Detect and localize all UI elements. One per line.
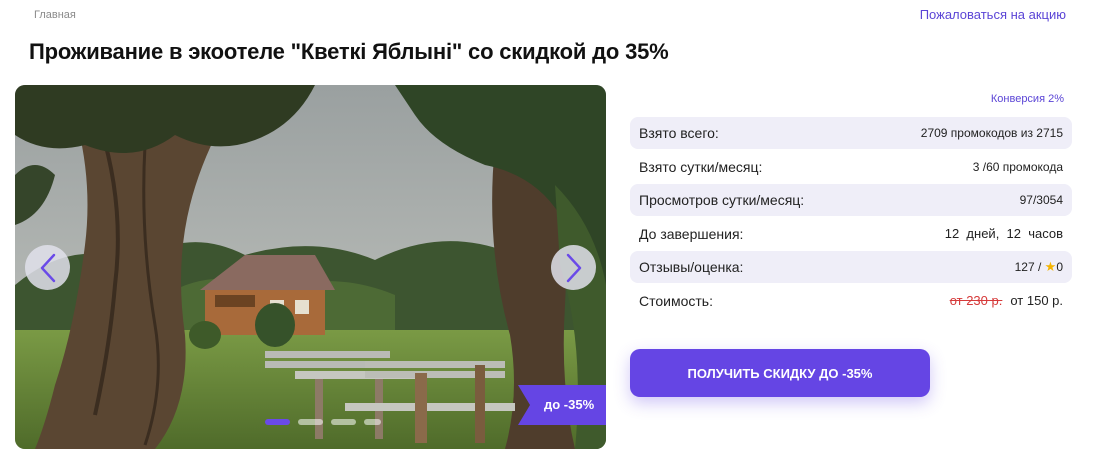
stat-row-price: Стоимость: от 230 р. от 150 р.	[630, 285, 1072, 317]
stat-row-time-left: До завершения: 12 дней, 12 часов	[630, 218, 1072, 250]
rating-value: 0	[1056, 260, 1063, 274]
stat-value: 97/3054	[1019, 193, 1063, 207]
slide-dot-1[interactable]	[265, 419, 290, 425]
page-title: Проживание в экоотеле "Кветкі Яблыні" со…	[29, 39, 669, 64]
reviews-count: 127 /	[1014, 260, 1045, 274]
star-icon: ★	[1044, 259, 1057, 274]
stat-value: 3 /60 промокода	[972, 159, 1063, 174]
discount-badge-label: до -35%	[544, 397, 595, 412]
stat-label: Просмотров сутки/месяц:	[639, 192, 805, 208]
photo-gallery: до -35%	[15, 85, 606, 449]
stat-label: Отзывы/оценка:	[639, 259, 744, 275]
slide-indicators	[265, 419, 381, 425]
prev-slide-button[interactable]	[25, 245, 70, 290]
stat-label: До завершения:	[639, 225, 744, 242]
stat-value: 127 / ★0	[1015, 259, 1063, 275]
stat-row-taken-day-month: Взято сутки/месяц: 3 /60 промокода	[630, 151, 1072, 183]
chevron-right-icon	[566, 253, 581, 282]
slide-dot-4[interactable]	[364, 419, 381, 425]
stat-row-taken-total: Взято всего: 2709 промокодов из 2715	[630, 117, 1072, 149]
stat-row-views: Просмотров сутки/месяц: 97/3054	[630, 184, 1072, 216]
stat-label: Взято всего:	[639, 125, 719, 141]
new-price: от 150 р.	[1010, 293, 1063, 308]
slide-dot-3[interactable]	[331, 419, 356, 425]
stat-row-reviews: Отзывы/оценка: 127 / ★0	[630, 251, 1072, 283]
discount-badge: до -35%	[518, 385, 606, 425]
breadcrumb[interactable]: Главная	[34, 9, 76, 21]
complain-link[interactable]: Пожаловаться на акцию	[920, 7, 1066, 22]
stats-table: Взято всего: 2709 промокодов из 2715 Взя…	[630, 117, 1072, 318]
stat-label: Стоимость:	[639, 292, 713, 309]
next-slide-button[interactable]	[551, 245, 596, 290]
stat-value: от 230 р. от 150 р.	[950, 293, 1063, 308]
slide-dot-2[interactable]	[298, 419, 323, 425]
stat-value: 2709 промокодов из 2715	[920, 126, 1063, 140]
old-price: от 230 р.	[949, 293, 1003, 308]
conversion-rate: Конверсия 2%	[990, 93, 1064, 105]
stat-label: Взято сутки/месяц:	[639, 158, 763, 175]
chevron-left-icon	[40, 253, 55, 282]
stat-value: 12 дней, 12 часов	[944, 226, 1063, 241]
get-discount-button[interactable]: ПОЛУЧИТЬ СКИДКУ ДО -35%	[630, 349, 930, 397]
